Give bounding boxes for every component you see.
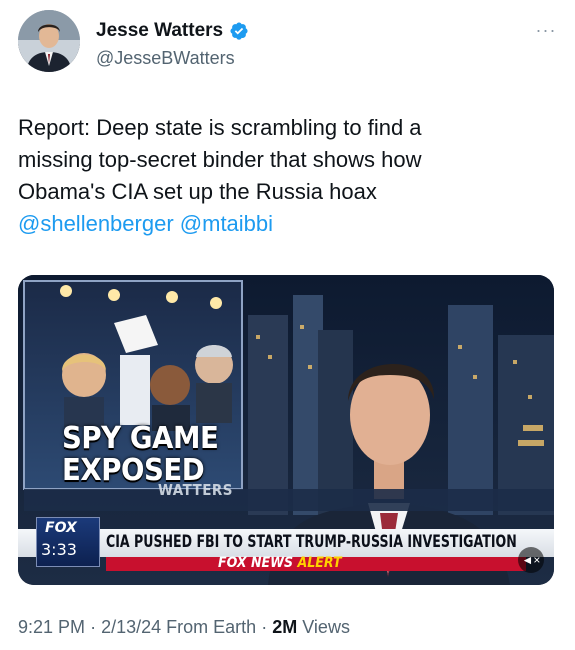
- tweet-line: Report: Deep state is scrambling to find…: [18, 115, 422, 140]
- views-label: Views: [302, 617, 350, 637]
- speaker-muted-icon[interactable]: ◄×: [518, 547, 544, 573]
- mention-link[interactable]: @mtaibbi: [180, 211, 273, 236]
- broadcast-time: 3:33: [41, 540, 77, 559]
- alert-network: FOX NEWS: [218, 555, 294, 571]
- tweet-video[interactable]: SPY GAME EXPOSED WATTERS CIA PUSHED FBI …: [18, 275, 554, 585]
- mention-link[interactable]: @shellenberger: [18, 211, 174, 236]
- avatar-image: [18, 10, 80, 72]
- tweet-meta: 9:21 PM · 2/13/24 From Earth · 2M Views: [18, 617, 350, 638]
- network-bug: FOX 3:33: [36, 517, 100, 567]
- alert-word: ALERT: [297, 555, 342, 571]
- mentions: @shellenberger @mtaibbi: [18, 208, 558, 240]
- meta-separator: ·: [90, 617, 97, 637]
- tweet-text: Report: Deep state is scrambling to find…: [18, 112, 558, 240]
- tweet-date[interactable]: 2/13/24: [101, 617, 161, 637]
- verified-badge-icon: [229, 21, 249, 41]
- tweet-line: Obama's CIA set up the Russia hoax: [18, 179, 377, 204]
- tweet-source: From Earth: [166, 617, 257, 637]
- tweet-line: missing top-secret binder that shows how: [18, 147, 422, 172]
- avatar[interactable]: [18, 10, 80, 72]
- set-text: WATTERS: [158, 481, 233, 499]
- tweet-header: Jesse Watters @JesseBWatters ···: [18, 10, 558, 76]
- display-name[interactable]: Jesse Watters: [96, 20, 223, 42]
- fox-logo: FOX: [45, 520, 77, 536]
- meta-separator: ·: [261, 617, 268, 637]
- graphic-title-line: SPY GAME: [62, 421, 219, 456]
- handle[interactable]: @JesseBWatters: [96, 48, 235, 69]
- tweet-time[interactable]: 9:21 PM: [18, 617, 85, 637]
- alert-label: FOX NEWS ALERT: [218, 555, 342, 571]
- more-options-icon[interactable]: ···: [534, 21, 558, 39]
- views-count[interactable]: 2M: [272, 617, 297, 637]
- graphic-title: SPY GAME EXPOSED: [62, 421, 219, 487]
- chyron-headline: CIA PUSHED FBI TO START TRUMP-RUSSIA INV…: [106, 532, 517, 552]
